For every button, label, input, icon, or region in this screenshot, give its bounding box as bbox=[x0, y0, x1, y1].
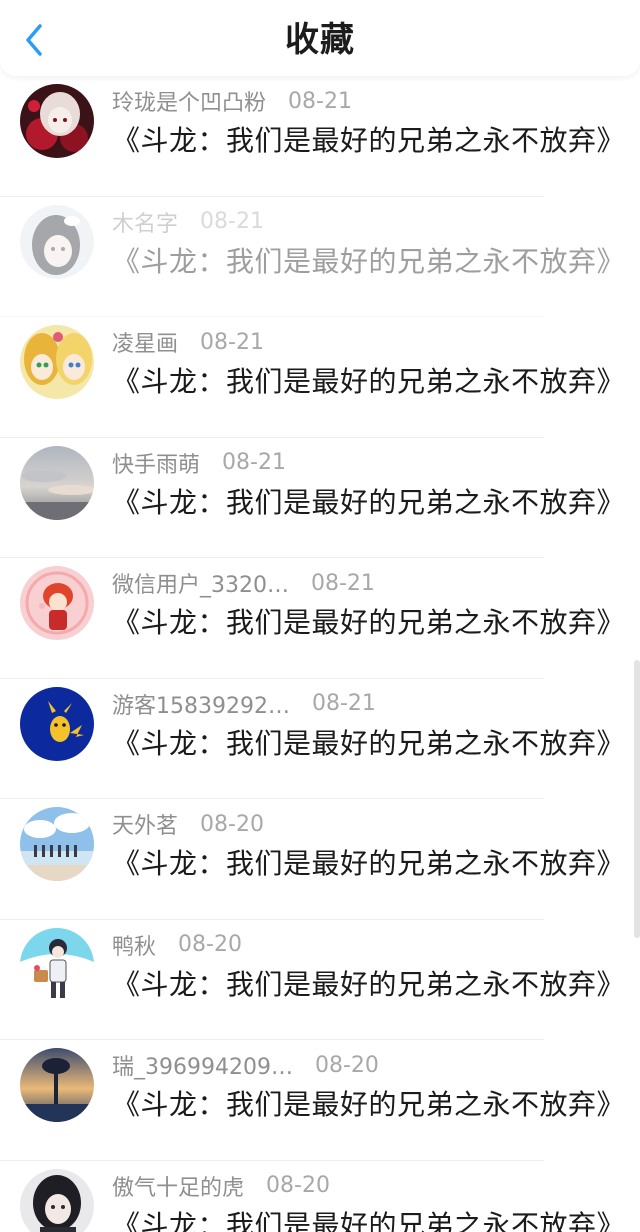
favorite-item[interactable]: 快手雨萌 08-21 《斗龙：我们是最好的兄弟之永不放弃》 bbox=[0, 438, 640, 558]
username[interactable]: 玲珑是个凹凸粉 bbox=[112, 85, 266, 117]
date: 08-20 bbox=[266, 1173, 330, 1198]
date: 08-21 bbox=[311, 691, 376, 716]
avatar[interactable] bbox=[20, 325, 94, 399]
avatar[interactable] bbox=[20, 204, 94, 279]
book-title[interactable]: 《斗龙：我们是最好的兄弟之永不放弃》 bbox=[112, 1205, 625, 1232]
date: 08-21 bbox=[288, 88, 352, 114]
avatar[interactable] bbox=[20, 445, 94, 520]
avatar[interactable] bbox=[20, 927, 94, 1002]
favorite-meta: 傲气十足的虎 08-20 bbox=[112, 1169, 330, 1203]
scrollbar[interactable] bbox=[634, 660, 640, 938]
avatar[interactable] bbox=[20, 566, 94, 640]
date: 08-21 bbox=[222, 450, 286, 475]
date: 08-21 bbox=[200, 329, 264, 355]
username[interactable]: 游客15839292… bbox=[112, 688, 290, 720]
date: 08-21 bbox=[311, 570, 375, 596]
favorite-item[interactable]: 微信用户_3320… 08-21 《斗龙：我们是最好的兄弟之永不放弃》 bbox=[0, 558, 640, 679]
book-title[interactable]: 《斗龙：我们是最好的兄弟之永不放弃》 bbox=[112, 482, 625, 524]
username[interactable]: 微信用户_3320… bbox=[112, 567, 289, 599]
date: 08-21 bbox=[200, 209, 264, 234]
favorite-meta: 木名字 08-21 bbox=[112, 205, 264, 239]
page-title: 收藏 bbox=[285, 20, 355, 60]
favorite-item[interactable]: 木名字 08-21 《斗龙：我们是最好的兄弟之永不放弃》 bbox=[0, 197, 640, 317]
username[interactable]: 凌星画 bbox=[112, 326, 178, 358]
favorite-meta: 天外茗 08-20 bbox=[112, 807, 264, 841]
favorite-item[interactable]: 天外茗 08-20 《斗龙：我们是最好的兄弟之永不放弃》 bbox=[0, 799, 640, 920]
username[interactable]: 傲气十足的虎 bbox=[112, 1170, 244, 1202]
avatar[interactable] bbox=[20, 807, 94, 881]
favorite-meta: 玲珑是个凹凸粉 08-21 bbox=[112, 84, 352, 118]
username[interactable]: 木名字 bbox=[112, 206, 178, 238]
book-title[interactable]: 《斗龙：我们是最好的兄弟之永不放弃》 bbox=[112, 241, 625, 283]
favorite-meta: 凌星画 08-21 bbox=[112, 325, 264, 359]
date: 08-20 bbox=[200, 811, 264, 837]
date: 08-20 bbox=[314, 1052, 379, 1078]
favorite-meta: 快手雨萌 08-21 bbox=[112, 446, 286, 480]
avatar[interactable] bbox=[20, 686, 94, 761]
favorite-meta: 瑞_396994209… 08-20 bbox=[112, 1048, 379, 1082]
favorite-item[interactable]: 鸭秋 08-20 《斗龙：我们是最好的兄弟之永不放弃》 bbox=[0, 920, 640, 1040]
book-title[interactable]: 《斗龙：我们是最好的兄弟之永不放弃》 bbox=[112, 964, 625, 1006]
favorite-meta: 游客15839292… 08-21 bbox=[112, 687, 376, 721]
book-title[interactable]: 《斗龙：我们是最好的兄弟之永不放弃》 bbox=[112, 120, 625, 162]
favorite-item[interactable]: 游客15839292… 08-21 《斗龙：我们是最好的兄弟之永不放弃》 bbox=[0, 679, 640, 799]
book-title[interactable]: 《斗龙：我们是最好的兄弟之永不放弃》 bbox=[112, 843, 625, 885]
favorite-item[interactable]: 凌星画 08-21 《斗龙：我们是最好的兄弟之永不放弃》 bbox=[0, 317, 640, 438]
favorites-list: 玲珑是个凹凸粉 08-21 《斗龙：我们是最好的兄弟之永不放弃》 木名字 08-… bbox=[0, 76, 640, 1232]
username[interactable]: 天外茗 bbox=[112, 808, 178, 840]
favorite-meta: 微信用户_3320… 08-21 bbox=[112, 566, 375, 600]
header-bar: 收藏 bbox=[0, 0, 640, 76]
avatar[interactable] bbox=[20, 84, 94, 158]
book-title[interactable]: 《斗龙：我们是最好的兄弟之永不放弃》 bbox=[112, 602, 625, 644]
favorites-page: 收藏 玲珑是个凹凸粉 08-21 《斗龙：我们是最好的兄弟之永不放弃》 木名字 … bbox=[0, 0, 640, 1232]
username[interactable]: 瑞_396994209… bbox=[112, 1049, 293, 1081]
book-title[interactable]: 《斗龙：我们是最好的兄弟之永不放弃》 bbox=[112, 361, 625, 403]
favorite-item[interactable]: 傲气十足的虎 08-20 《斗龙：我们是最好的兄弟之永不放弃》 bbox=[0, 1161, 640, 1232]
username[interactable]: 快手雨萌 bbox=[112, 447, 200, 479]
avatar[interactable] bbox=[20, 1048, 94, 1122]
favorite-item[interactable]: 玲珑是个凹凸粉 08-21 《斗龙：我们是最好的兄弟之永不放弃》 bbox=[0, 76, 640, 197]
date: 08-20 bbox=[178, 932, 242, 957]
favorite-meta: 鸭秋 08-20 bbox=[112, 928, 242, 962]
favorite-item[interactable]: 瑞_396994209… 08-20 《斗龙：我们是最好的兄弟之永不放弃》 bbox=[0, 1040, 640, 1161]
book-title[interactable]: 《斗龙：我们是最好的兄弟之永不放弃》 bbox=[112, 1084, 625, 1126]
avatar[interactable] bbox=[20, 1168, 94, 1232]
username[interactable]: 鸭秋 bbox=[112, 929, 156, 961]
book-title[interactable]: 《斗龙：我们是最好的兄弟之永不放弃》 bbox=[112, 723, 625, 765]
